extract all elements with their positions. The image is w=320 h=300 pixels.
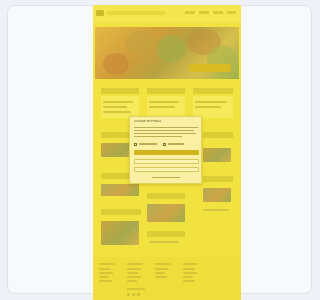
section-header: [193, 88, 233, 94]
footer-link[interactable]: [127, 280, 137, 282]
footer-link[interactable]: [155, 272, 165, 274]
section-header: [203, 176, 233, 182]
hero-cta-button[interactable]: [189, 64, 231, 72]
dialog-text-line: [134, 133, 196, 134]
article-thumbnail[interactable]: [203, 148, 231, 162]
footer-link[interactable]: [127, 268, 141, 270]
checkbox-label: [168, 143, 184, 145]
text-line: [149, 101, 179, 103]
dialog-text-line: [134, 130, 194, 131]
article-thumbnail[interactable]: [147, 204, 185, 222]
footer-link[interactable]: [183, 268, 195, 270]
settings-button[interactable]: [134, 159, 199, 164]
footer-heading: [99, 263, 115, 265]
dialog-text-line: [134, 136, 182, 137]
footer-heading: [127, 263, 143, 265]
section-header: [101, 88, 139, 94]
privacy-link[interactable]: [152, 177, 180, 178]
footer-link[interactable]: [99, 276, 109, 278]
footer-text: [127, 288, 145, 290]
text-line: [149, 241, 179, 243]
footer-link[interactable]: [183, 272, 197, 274]
accept-all-button[interactable]: [134, 150, 199, 155]
article-thumbnail[interactable]: [101, 184, 139, 196]
checkbox-label: [139, 143, 157, 145]
footer-link[interactable]: [127, 272, 138, 274]
footer-link[interactable]: [183, 276, 193, 278]
section-header: [101, 209, 141, 215]
text-line: [195, 106, 221, 108]
social-icon[interactable]: [137, 293, 140, 296]
section-header: [147, 88, 185, 94]
site-header: [93, 5, 241, 23]
cookie-settings-dialog: COOKIE SETTINGS: [129, 116, 202, 184]
footer-link[interactable]: [99, 280, 112, 282]
footer-link[interactable]: [183, 280, 195, 282]
reject-button[interactable]: [134, 167, 199, 172]
footer-link[interactable]: [155, 276, 167, 278]
social-icon[interactable]: [132, 293, 135, 296]
section-header: [147, 193, 185, 199]
section-header: [203, 132, 233, 138]
site-footer: [93, 257, 241, 300]
nav-link[interactable]: [213, 11, 223, 14]
dialog-text-line: [134, 127, 198, 128]
footer-link[interactable]: [99, 268, 111, 270]
article-thumbnail[interactable]: [101, 221, 139, 245]
text-line: [195, 101, 227, 103]
hero-image-shape: [125, 31, 155, 55]
social-icon[interactable]: [127, 293, 130, 296]
footer-link[interactable]: [155, 268, 168, 270]
text-line: [103, 101, 133, 103]
text-line: [103, 111, 131, 113]
text-line: [103, 106, 127, 108]
article-thumbnail[interactable]: [203, 188, 231, 202]
text-line: [203, 209, 229, 211]
logo-icon: [96, 10, 104, 16]
footer-link[interactable]: [127, 276, 141, 278]
checkbox-icon[interactable]: [134, 143, 137, 146]
hero-image-shape: [103, 53, 129, 75]
footer-link[interactable]: [99, 272, 113, 274]
footer-heading: [183, 263, 197, 265]
text-line: [149, 106, 175, 108]
hero-image-shape: [157, 35, 185, 63]
nav-link[interactable]: [199, 11, 209, 14]
checkbox-icon[interactable]: [163, 143, 166, 146]
section-header: [147, 231, 185, 237]
footer-heading: [155, 263, 171, 265]
nav-link[interactable]: [227, 11, 236, 14]
hero-banner: [95, 27, 239, 79]
search-input[interactable]: [106, 11, 166, 15]
nav-link[interactable]: [185, 11, 195, 14]
dialog-title: COOKIE SETTINGS: [134, 119, 162, 123]
